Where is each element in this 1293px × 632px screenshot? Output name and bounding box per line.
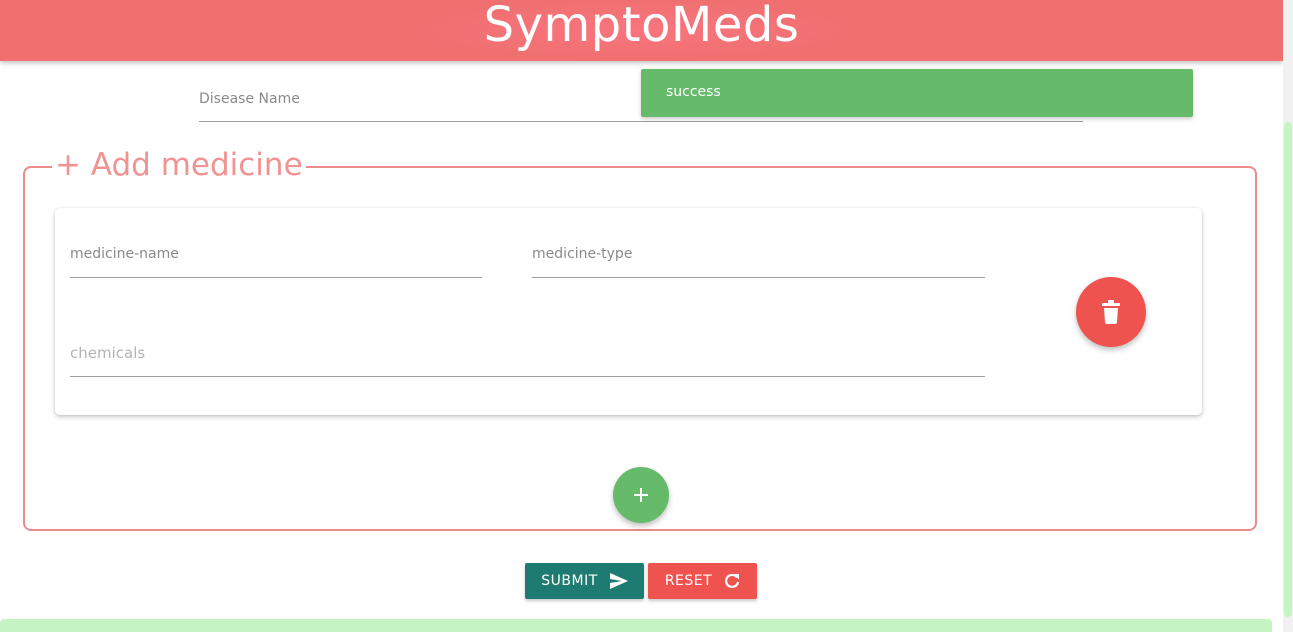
submit-label: SUBMIT	[541, 573, 598, 589]
plus-icon	[634, 488, 648, 502]
medicine-name-label: medicine-name	[70, 246, 179, 262]
toast-message: success	[666, 84, 721, 100]
app-header: SymptoMeds	[0, 0, 1283, 61]
page-scrollbar[interactable]	[1283, 0, 1293, 632]
medicine-name-input[interactable]	[70, 263, 482, 277]
bottom-bar	[0, 619, 1272, 632]
app-title: SymptoMeds	[483, 0, 800, 53]
reset-button[interactable]: RESET	[648, 563, 757, 599]
add-medicine-legend: + Add medicine	[52, 146, 306, 184]
medicine-type-label: medicine-type	[532, 246, 633, 262]
delete-medicine-button[interactable]	[1076, 277, 1146, 347]
success-toast: success	[641, 69, 1193, 117]
medicine-type-field[interactable]: medicine-type	[532, 240, 985, 278]
reset-label: RESET	[664, 573, 713, 589]
trash-icon	[1102, 300, 1120, 324]
submit-button[interactable]: SUBMIT	[525, 563, 644, 599]
medicine-type-input[interactable]	[532, 263, 985, 277]
refresh-icon	[724, 573, 740, 589]
medicine-name-field[interactable]: medicine-name	[70, 240, 482, 278]
chemicals-field[interactable]	[70, 336, 985, 377]
chemicals-input[interactable]	[70, 340, 985, 366]
scrollbar-thumb[interactable]	[1284, 122, 1292, 617]
send-icon	[609, 573, 628, 589]
add-medicine-button[interactable]	[613, 467, 669, 523]
